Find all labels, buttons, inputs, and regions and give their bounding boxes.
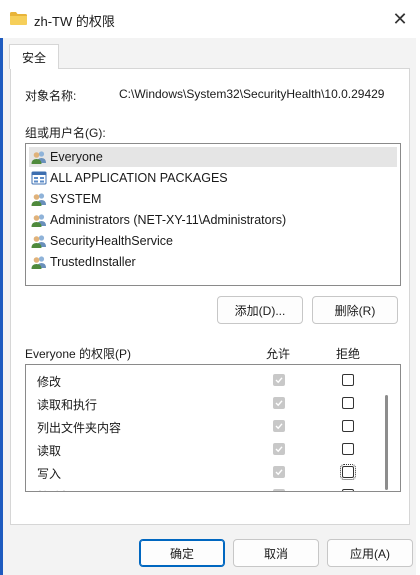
object-name-label: 对象名称: — [25, 89, 77, 103]
permission-name: 读取 — [37, 444, 62, 458]
group-users-icon — [31, 149, 47, 165]
title-bar: zh-TW 的权限 ✕ — [0, 0, 420, 38]
group-name: TrustedInstaller — [50, 255, 136, 269]
tab-security[interactable]: 安全 — [9, 44, 59, 69]
group-list-item[interactable]: Everyone — [29, 147, 397, 167]
permission-row: 特殊权限 — [26, 484, 376, 491]
permission-row: 修改 — [26, 369, 376, 392]
group-name: Administrators (NET-XY-11\Administrators… — [50, 213, 287, 227]
ok-button[interactable]: 确定 — [139, 539, 225, 567]
allow-checkbox[interactable] — [273, 466, 285, 478]
permissions-scrollbar[interactable] — [385, 395, 388, 490]
apply-button[interactable]: 应用(A) — [327, 539, 413, 567]
deny-checkbox[interactable] — [342, 489, 354, 491]
allow-checkbox[interactable] — [273, 443, 285, 455]
allow-column-header: 允许 — [266, 347, 291, 361]
allow-checkbox[interactable] — [273, 420, 285, 432]
group-users-icon — [31, 254, 47, 270]
deny-checkbox[interactable] — [342, 443, 354, 455]
deny-column-header: 拒绝 — [336, 347, 361, 361]
allow-checkbox[interactable] — [273, 397, 285, 409]
permission-name: 读取和执行 — [37, 398, 98, 412]
group-name: SYSTEM — [50, 192, 102, 206]
deny-checkbox[interactable] — [342, 420, 354, 432]
window-title: zh-TW 的权限 — [34, 14, 115, 29]
permissions-list: 修改读取和执行列出文件夹内容读取写入特殊权限 — [25, 364, 401, 492]
group-list-item[interactable]: TrustedInstaller — [29, 252, 397, 272]
permission-row: 读取和执行 — [26, 392, 376, 415]
add-button[interactable]: 添加(D)... — [217, 296, 303, 324]
close-button[interactable]: ✕ — [380, 0, 420, 38]
permissions-label: Everyone 的权限(P) — [25, 347, 132, 361]
cancel-button[interactable]: 取消 — [233, 539, 319, 567]
app-packages-icon — [31, 170, 47, 186]
close-icon: ✕ — [392, 8, 408, 29]
permission-row: 列出文件夹内容 — [26, 415, 376, 438]
group-list-item[interactable]: ALL APPLICATION PACKAGES — [29, 168, 397, 188]
group-name: SecurityHealthService — [50, 234, 173, 248]
allow-checkbox[interactable] — [273, 374, 285, 386]
group-list-item[interactable]: Administrators (NET-XY-11\Administrators… — [29, 210, 397, 230]
group-name: ALL APPLICATION PACKAGES — [50, 171, 228, 185]
groups-listbox[interactable]: Everyone ALL APPLICATION PACKAGES SYSTEM Ad… — [25, 143, 401, 286]
deny-checkbox[interactable] — [342, 397, 354, 409]
remove-button[interactable]: 删除(R) — [312, 296, 398, 324]
object-path-value: C:\Windows\System32\SecurityHealth\10.0.… — [119, 87, 385, 101]
group-list-item[interactable]: SYSTEM — [29, 189, 397, 209]
group-users-icon — [31, 212, 47, 228]
groups-label: 组或用户名(G): — [25, 126, 106, 140]
permission-row: 读取 — [26, 438, 376, 461]
allow-checkbox[interactable] — [273, 489, 285, 491]
permission-row: 写入 — [26, 461, 376, 484]
permission-name: 修改 — [37, 375, 62, 389]
permission-name: 列出文件夹内容 — [37, 421, 122, 435]
deny-checkbox[interactable] — [340, 464, 356, 480]
permission-name: 写入 — [37, 467, 62, 481]
folder-icon — [10, 12, 27, 25]
deny-checkbox[interactable] — [342, 374, 354, 386]
group-users-icon — [31, 191, 47, 207]
group-users-icon — [31, 233, 47, 249]
group-list-item[interactable]: SecurityHealthService — [29, 231, 397, 251]
group-name: Everyone — [50, 150, 103, 164]
permission-name: 特殊权限 — [37, 488, 85, 491]
